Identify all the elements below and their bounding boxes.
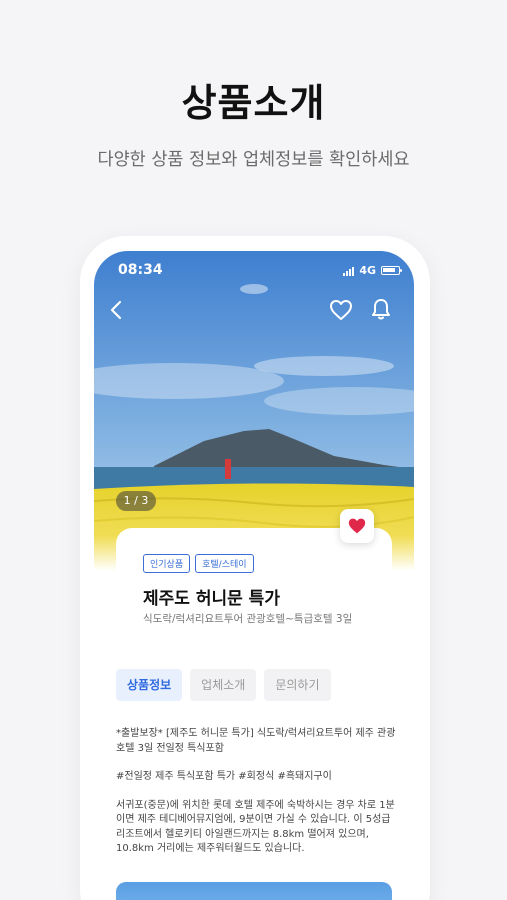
heart-outline-icon[interactable] <box>329 299 353 321</box>
promo-subtitle: 다양한 상품 정보와 업체정보를 확인하세요 <box>97 150 410 170</box>
tab-inquiry[interactable]: 문의하기 <box>264 669 331 701</box>
favorite-button[interactable] <box>340 509 374 543</box>
tag-hotel-stay[interactable]: 호텔/스테이 <box>195 554 254 573</box>
page: 상품소개 다양한 상품 정보와 업체정보를 확인하세요 08:34 4G 1 /… <box>0 0 507 900</box>
product-details: *출발보장* [제주도 허니문 특가] 식도락/럭셔리요트투어 제주 관광호텔 … <box>116 727 398 871</box>
battery-icon <box>381 266 402 275</box>
product-description: 식도락/럭셔리요트투어 관광호텔~특급호텔 3일 <box>143 613 353 625</box>
tab-product-info[interactable]: 상품정보 <box>116 669 183 701</box>
chevron-left-icon[interactable] <box>106 299 128 321</box>
detail-tabs: 상품정보 업체소개 문의하기 <box>116 669 331 701</box>
status-time: 08:34 <box>118 262 163 278</box>
app-screen: 08:34 4G 1 / 3 인기상품 호텔/스테이 제주도 허니문 특가 식도… <box>94 251 414 900</box>
network-type: 4G <box>359 264 376 277</box>
gallery-counter: 1 / 3 <box>116 491 156 511</box>
promo-title: 상품소개 <box>181 81 326 125</box>
product-tags: 인기상품 호텔/스테이 <box>143 554 254 573</box>
details-hashtags: #전일정 제주 특식포함 특가 #회정식 #흑돼지구이 <box>116 771 332 782</box>
bell-icon[interactable] <box>370 297 392 321</box>
details-paragraph: 서귀포(중문)에 위치한 롯데 호텔 제주에 숙박하시는 경우 차로 1분이면 … <box>116 799 395 855</box>
tab-company-intro[interactable]: 업체소개 <box>190 669 257 701</box>
heart-filled-icon <box>348 518 366 534</box>
status-indicators: 4G <box>343 264 402 277</box>
signal-icon <box>343 266 355 276</box>
product-title: 제주도 허니문 특가 <box>143 589 280 609</box>
details-paragraph: *출발보장* [제주도 허니문 특가] 식도락/럭셔리요트투어 제주 관광호텔 … <box>116 728 396 754</box>
tag-popular[interactable]: 인기상품 <box>143 554 191 573</box>
detail-image-preview <box>116 882 392 900</box>
